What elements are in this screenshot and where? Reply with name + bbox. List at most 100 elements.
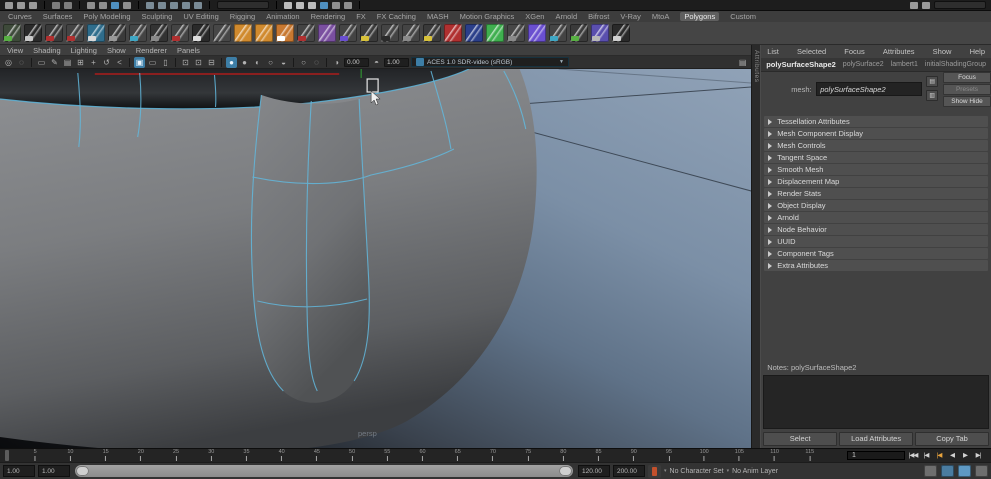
- expand-arrow-icon[interactable]: [768, 166, 773, 173]
- view-transform-dropdown[interactable]: ACES 1.0 SDR-video (sRGB) ▼: [411, 57, 569, 67]
- viewport-toolbar-icon[interactable]: ▤: [62, 57, 73, 68]
- status-icon[interactable]: [52, 1, 60, 9]
- viewport-menu-lighting[interactable]: Lighting: [71, 46, 97, 55]
- ae-section-mesh-component-display[interactable]: Mesh Component Display: [764, 128, 988, 139]
- shelf-tool-icon[interactable]: [444, 24, 462, 42]
- anim-layer-dropdown[interactable]: No Anim Layer: [727, 468, 778, 475]
- ae-section-smooth-mesh[interactable]: Smooth Mesh: [764, 164, 988, 175]
- viewport-toolbar-icon[interactable]: <: [114, 57, 125, 68]
- playback-button[interactable]: ◀: [946, 450, 958, 461]
- ae-section-uuid[interactable]: UUID: [764, 236, 988, 247]
- status-icon[interactable]: [29, 1, 37, 9]
- shelf-tab-rigging[interactable]: Rigging: [230, 12, 255, 21]
- ae-section-displacement-map[interactable]: Displacement Map: [764, 176, 988, 187]
- expand-arrow-icon[interactable]: [768, 130, 773, 137]
- viewport-toolbar-icon[interactable]: ▭: [147, 57, 158, 68]
- shelf-tab-poly-modeling[interactable]: Poly Modeling: [83, 12, 130, 21]
- shelf-tool-icon[interactable]: [45, 24, 63, 42]
- shelf-tool-icon[interactable]: [192, 24, 210, 42]
- playback-start-field[interactable]: [38, 465, 70, 477]
- status-icon[interactable]: [111, 1, 119, 9]
- anim-pref-icon[interactable]: [924, 465, 937, 477]
- viewport-toolbar-value-field[interactable]: 1.00: [384, 57, 409, 67]
- ae-menu-show[interactable]: Show: [933, 47, 952, 56]
- viewport-toolbar-icon[interactable]: +: [88, 57, 99, 68]
- shelf-tool-icon[interactable]: [591, 24, 609, 42]
- ae-section-node-behavior[interactable]: Node Behavior: [764, 224, 988, 235]
- shelf-tool-icon[interactable]: [150, 24, 168, 42]
- viewport-toolbar-icon[interactable]: ✎: [49, 57, 60, 68]
- set-key-icon[interactable]: [648, 464, 661, 478]
- viewport-toolbar-icon[interactable]: ◑: [331, 57, 342, 68]
- shelf-tool-icon[interactable]: [234, 24, 252, 42]
- range-start-handle[interactable]: [76, 466, 89, 476]
- copy-tab-button[interactable]: Copy Tab: [915, 432, 989, 446]
- expand-arrow-icon[interactable]: [768, 154, 773, 161]
- expand-arrow-icon[interactable]: [768, 250, 773, 257]
- shelf-tool-icon[interactable]: [402, 24, 420, 42]
- viewport-scene[interactable]: persp: [0, 69, 752, 448]
- shelf-tool-icon[interactable]: [3, 24, 21, 42]
- ae-section-component-tags[interactable]: Component Tags: [764, 248, 988, 259]
- viewport-menu-show[interactable]: Show: [107, 46, 126, 55]
- shelf-tool-icon[interactable]: [507, 24, 525, 42]
- shelf-tool-icon[interactable]: [612, 24, 630, 42]
- shelf-tab-v-ray[interactable]: V-Ray: [620, 12, 640, 21]
- notes-area[interactable]: [763, 375, 989, 429]
- viewport-toolbar-icon[interactable]: ▯: [160, 57, 171, 68]
- shelf-tab-bifrost[interactable]: Bifrost: [588, 12, 609, 21]
- status-icon[interactable]: [910, 1, 918, 9]
- status-icon[interactable]: [182, 1, 190, 9]
- viewport-toolbar-icon[interactable]: ↺: [101, 57, 112, 68]
- status-icon[interactable]: [158, 1, 166, 9]
- status-icon[interactable]: [296, 1, 304, 9]
- viewport-toolbar-icon[interactable]: ▤: [737, 57, 748, 68]
- status-dropdown-field[interactable]: [217, 1, 269, 9]
- viewport-toolbar-icon[interactable]: ◒: [278, 57, 289, 68]
- expand-arrow-icon[interactable]: [768, 214, 773, 221]
- playback-end-field[interactable]: [578, 465, 610, 477]
- shelf-tool-icon[interactable]: [570, 24, 588, 42]
- shelf-tool-icon[interactable]: [549, 24, 567, 42]
- ae-section-tangent-space[interactable]: Tangent Space: [764, 152, 988, 163]
- status-icon[interactable]: [194, 1, 202, 9]
- load-attributes-button[interactable]: Load Attributes: [839, 432, 914, 446]
- anim-pref-icon[interactable]: [958, 465, 971, 477]
- current-time-marker[interactable]: [5, 450, 10, 461]
- ae-tab-lambert1[interactable]: lambert1: [891, 61, 918, 68]
- shelf-tool-icon[interactable]: [66, 24, 84, 42]
- name-row-icon-button[interactable]: ▤: [926, 76, 939, 87]
- anim-pref-icon[interactable]: [941, 465, 954, 477]
- viewport-toolbar-icon[interactable]: ◐: [252, 57, 263, 68]
- shelf-tab-polygons[interactable]: Polygons: [680, 12, 720, 21]
- ae-menu-focus[interactable]: Focus: [844, 47, 864, 56]
- shelf-tool-icon[interactable]: [360, 24, 378, 42]
- shelf-tab-arnold[interactable]: Arnold: [555, 12, 577, 21]
- status-icon[interactable]: [922, 1, 930, 9]
- viewport-toolbar-icon[interactable]: ◓: [371, 57, 382, 68]
- current-frame-field[interactable]: [847, 451, 905, 460]
- shelf-tab-xgen[interactable]: XGen: [525, 12, 544, 21]
- ae-section-arnold[interactable]: Arnold: [764, 212, 988, 223]
- expand-arrow-icon[interactable]: [768, 262, 773, 269]
- shelf-tool-icon[interactable]: [486, 24, 504, 42]
- show-hide-button[interactable]: Show Hide: [943, 96, 991, 107]
- ae-menu-help[interactable]: Help: [970, 47, 985, 56]
- viewport-toolbar-icon[interactable]: ⊞: [75, 57, 86, 68]
- shelf-tab-animation[interactable]: Animation: [266, 12, 299, 21]
- shelf-tool-icon[interactable]: [171, 24, 189, 42]
- shelf-tool-icon[interactable]: [339, 24, 357, 42]
- status-icon[interactable]: [308, 1, 316, 9]
- status-icon[interactable]: [5, 1, 13, 9]
- node-name-field[interactable]: [816, 82, 923, 96]
- viewport-toolbar-icon[interactable]: ●: [239, 57, 250, 68]
- viewport-menu-view[interactable]: View: [7, 46, 23, 55]
- playback-button[interactable]: ▶: [959, 450, 971, 461]
- ae-menu-list[interactable]: List: [767, 47, 779, 56]
- viewport-toolbar-icon[interactable]: ⊟: [206, 57, 217, 68]
- status-dropdown-field[interactable]: [934, 1, 986, 9]
- ae-section-extra-attributes[interactable]: Extra Attributes: [764, 260, 988, 271]
- ae-section-tessellation-attributes[interactable]: Tessellation Attributes: [764, 116, 988, 127]
- shelf-tool-icon[interactable]: [465, 24, 483, 42]
- status-icon[interactable]: [64, 1, 72, 9]
